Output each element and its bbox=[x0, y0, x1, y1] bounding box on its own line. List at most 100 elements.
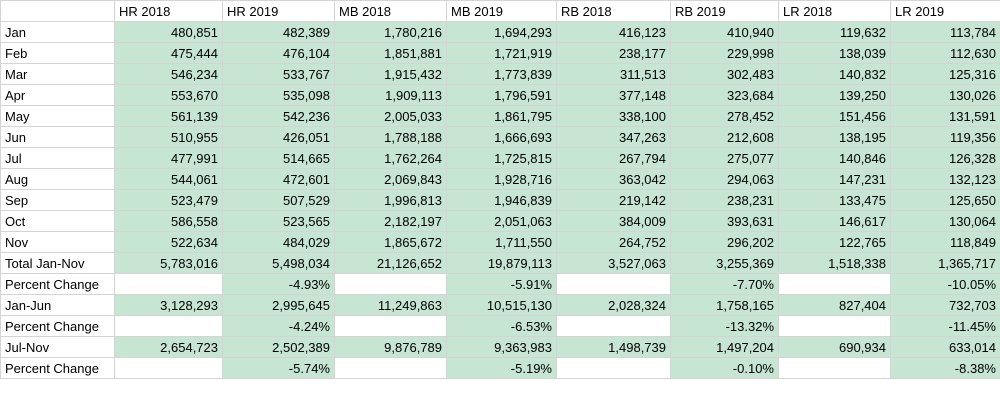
row-label-cell[interactable]: Jul bbox=[0, 147, 115, 169]
value-cell[interactable]: 1,788,188 bbox=[334, 126, 447, 148]
value-cell[interactable]: 1,518,338 bbox=[778, 252, 891, 274]
row-label-cell[interactable]: Mar bbox=[0, 63, 115, 85]
value-cell[interactable]: 2,502,389 bbox=[222, 336, 335, 358]
row-label-cell[interactable]: Jul-Nov bbox=[0, 336, 115, 358]
value-cell[interactable]: 377,148 bbox=[556, 84, 671, 106]
value-cell[interactable]: 510,955 bbox=[114, 126, 223, 148]
value-cell[interactable]: 1,758,165 bbox=[670, 294, 779, 316]
value-cell[interactable]: -4.93% bbox=[222, 273, 335, 295]
value-cell[interactable]: 1,909,113 bbox=[334, 84, 447, 106]
value-cell[interactable]: 363,042 bbox=[556, 168, 671, 190]
row-label-cell[interactable]: Sep bbox=[0, 189, 115, 211]
value-cell[interactable]: 1,946,839 bbox=[446, 189, 557, 211]
value-cell[interactable]: 2,654,723 bbox=[114, 336, 223, 358]
value-cell[interactable]: 1,762,264 bbox=[334, 147, 447, 169]
value-cell[interactable]: 275,077 bbox=[670, 147, 779, 169]
value-cell[interactable]: 130,026 bbox=[890, 84, 1000, 106]
value-cell[interactable]: 302,483 bbox=[670, 63, 779, 85]
value-cell[interactable]: 523,565 bbox=[222, 210, 335, 232]
value-cell[interactable]: 561,139 bbox=[114, 105, 223, 127]
value-cell[interactable]: 2,995,645 bbox=[222, 294, 335, 316]
value-cell[interactable]: 119,632 bbox=[778, 21, 891, 43]
value-cell[interactable]: 1,725,815 bbox=[446, 147, 557, 169]
value-cell[interactable]: 514,665 bbox=[222, 147, 335, 169]
value-cell[interactable]: 523,479 bbox=[114, 189, 223, 211]
header-cell[interactable]: HR 2019 bbox=[222, 0, 335, 22]
value-cell[interactable]: -11.45% bbox=[890, 315, 1000, 337]
value-cell[interactable]: 212,608 bbox=[670, 126, 779, 148]
value-cell[interactable]: 133,475 bbox=[778, 189, 891, 211]
value-cell[interactable]: 484,029 bbox=[222, 231, 335, 253]
value-cell[interactable]: 1,851,881 bbox=[334, 42, 447, 64]
value-cell[interactable]: 125,316 bbox=[890, 63, 1000, 85]
value-cell[interactable]: 533,767 bbox=[222, 63, 335, 85]
value-cell[interactable]: 586,558 bbox=[114, 210, 223, 232]
value-cell[interactable]: 633,014 bbox=[890, 336, 1000, 358]
header-cell[interactable]: RB 2018 bbox=[556, 0, 671, 22]
value-cell[interactable]: 472,601 bbox=[222, 168, 335, 190]
value-cell[interactable]: -7.70% bbox=[670, 273, 779, 295]
value-cell[interactable]: 384,009 bbox=[556, 210, 671, 232]
row-label-cell[interactable]: Jun bbox=[0, 126, 115, 148]
value-cell[interactable]: -6.53% bbox=[446, 315, 557, 337]
value-cell[interactable]: 5,783,016 bbox=[114, 252, 223, 274]
value-cell[interactable]: 9,363,983 bbox=[446, 336, 557, 358]
row-label-cell[interactable]: Percent Change bbox=[0, 273, 115, 295]
value-cell[interactable]: 139,250 bbox=[778, 84, 891, 106]
value-cell[interactable]: 229,998 bbox=[670, 42, 779, 64]
value-cell[interactable] bbox=[778, 357, 891, 379]
value-cell[interactable]: 138,039 bbox=[778, 42, 891, 64]
value-cell[interactable] bbox=[778, 315, 891, 337]
value-cell[interactable]: 3,255,369 bbox=[670, 252, 779, 274]
row-label-cell[interactable]: May bbox=[0, 105, 115, 127]
value-cell[interactable]: 294,063 bbox=[670, 168, 779, 190]
value-cell[interactable]: 1,915,432 bbox=[334, 63, 447, 85]
value-cell[interactable]: 1,780,216 bbox=[334, 21, 447, 43]
value-cell[interactable]: -10.05% bbox=[890, 273, 1000, 295]
header-cell[interactable]: RB 2019 bbox=[670, 0, 779, 22]
value-cell[interactable]: 264,752 bbox=[556, 231, 671, 253]
value-cell[interactable]: -5.91% bbox=[446, 273, 557, 295]
value-cell[interactable]: 2,005,033 bbox=[334, 105, 447, 127]
value-cell[interactable]: 544,061 bbox=[114, 168, 223, 190]
value-cell[interactable]: 1,773,839 bbox=[446, 63, 557, 85]
value-cell[interactable] bbox=[556, 357, 671, 379]
value-cell[interactable]: 5,498,034 bbox=[222, 252, 335, 274]
value-cell[interactable]: 1,694,293 bbox=[446, 21, 557, 43]
value-cell[interactable]: 1,928,716 bbox=[446, 168, 557, 190]
value-cell[interactable] bbox=[334, 357, 447, 379]
value-cell[interactable]: 132,123 bbox=[890, 168, 1000, 190]
value-cell[interactable]: 126,328 bbox=[890, 147, 1000, 169]
value-cell[interactable]: 238,231 bbox=[670, 189, 779, 211]
header-cell[interactable]: LR 2019 bbox=[890, 0, 1000, 22]
value-cell[interactable]: -8.38% bbox=[890, 357, 1000, 379]
value-cell[interactable]: 219,142 bbox=[556, 189, 671, 211]
value-cell[interactable]: 140,846 bbox=[778, 147, 891, 169]
header-cell[interactable]: MB 2018 bbox=[334, 0, 447, 22]
value-cell[interactable]: 347,263 bbox=[556, 126, 671, 148]
value-cell[interactable]: 393,631 bbox=[670, 210, 779, 232]
value-cell[interactable] bbox=[556, 273, 671, 295]
value-cell[interactable]: 2,069,843 bbox=[334, 168, 447, 190]
value-cell[interactable]: 553,670 bbox=[114, 84, 223, 106]
value-cell[interactable]: 11,249,863 bbox=[334, 294, 447, 316]
value-cell[interactable]: 1,861,795 bbox=[446, 105, 557, 127]
header-cell[interactable]: LR 2018 bbox=[778, 0, 891, 22]
value-cell[interactable]: 480,851 bbox=[114, 21, 223, 43]
value-cell[interactable]: 151,456 bbox=[778, 105, 891, 127]
value-cell[interactable]: 21,126,652 bbox=[334, 252, 447, 274]
row-label-cell[interactable]: Apr bbox=[0, 84, 115, 106]
value-cell[interactable]: -0.10% bbox=[670, 357, 779, 379]
value-cell[interactable] bbox=[114, 315, 223, 337]
value-cell[interactable] bbox=[114, 273, 223, 295]
row-label-cell[interactable]: Jan bbox=[0, 21, 115, 43]
row-label-cell[interactable]: Feb bbox=[0, 42, 115, 64]
value-cell[interactable]: 9,876,789 bbox=[334, 336, 447, 358]
value-cell[interactable]: 1,865,672 bbox=[334, 231, 447, 253]
value-cell[interactable] bbox=[334, 273, 447, 295]
value-cell[interactable]: 690,934 bbox=[778, 336, 891, 358]
value-cell[interactable]: 827,404 bbox=[778, 294, 891, 316]
value-cell[interactable]: 507,529 bbox=[222, 189, 335, 211]
value-cell[interactable]: 2,051,063 bbox=[446, 210, 557, 232]
value-cell[interactable]: 542,236 bbox=[222, 105, 335, 127]
